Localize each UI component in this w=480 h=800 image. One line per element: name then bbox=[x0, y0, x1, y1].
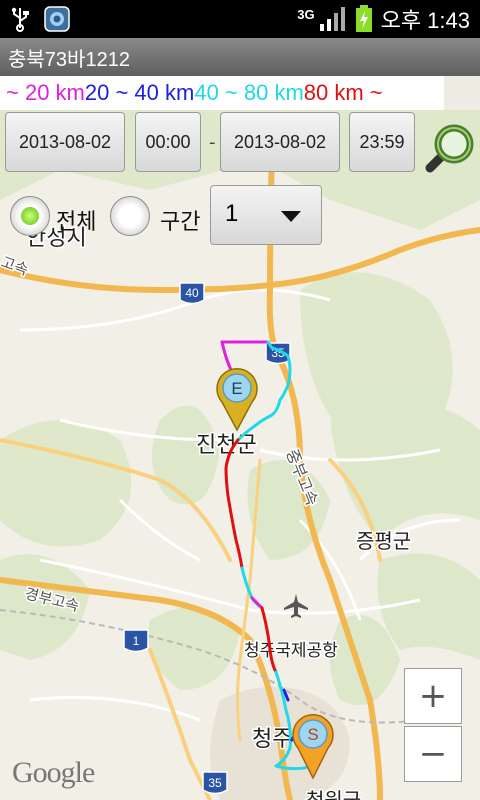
status-time: 오후 1:43 bbox=[380, 8, 470, 33]
svg-text:35: 35 bbox=[208, 776, 222, 790]
zoom-in-button[interactable]: + bbox=[404, 668, 462, 724]
svg-text:E: E bbox=[231, 379, 242, 398]
legend-item: ~ 20 km bbox=[6, 80, 85, 105]
svg-text:1: 1 bbox=[133, 634, 140, 648]
radio-all[interactable] bbox=[10, 196, 50, 236]
section-select-value: 1 bbox=[225, 200, 239, 227]
map-label: 청원군 bbox=[306, 788, 361, 800]
signal-icon bbox=[319, 7, 345, 31]
road-shield-1: 1 bbox=[123, 629, 149, 653]
start-date-button[interactable]: 2013-08-02 bbox=[5, 112, 125, 172]
radio-selected-dot bbox=[21, 207, 39, 225]
road-shield-40: 40 bbox=[179, 282, 205, 305]
page-title: 충북73바1212 bbox=[8, 48, 130, 71]
end-date-button[interactable]: 2013-08-02 bbox=[220, 112, 340, 172]
section-select[interactable]: 1 bbox=[210, 185, 322, 245]
title-bar: 충북73바1212 bbox=[0, 38, 480, 76]
map-label: 증평군 bbox=[356, 529, 411, 553]
usb-icon bbox=[11, 7, 29, 32]
map-label: 청주국제공항 bbox=[244, 641, 338, 661]
network-type: 3G bbox=[297, 7, 315, 22]
radio-section-label: 구간 bbox=[160, 210, 201, 235]
status-bar: 3G 오후 1:43 bbox=[0, 0, 480, 38]
legend-item: 80 km ~ bbox=[303, 80, 383, 105]
legend-item: 40 ~ 80 km bbox=[194, 80, 304, 105]
legend-item: 20 ~ 40 km bbox=[84, 80, 195, 105]
start-time-button[interactable]: 00:00 bbox=[135, 112, 201, 172]
zoom-out-button[interactable]: − bbox=[404, 726, 462, 782]
map-label: 청주 bbox=[252, 727, 292, 752]
map-label: 진천군 bbox=[196, 433, 257, 458]
battery-charging-icon bbox=[355, 5, 372, 32]
app-notification-icon bbox=[44, 6, 70, 32]
radio-section[interactable] bbox=[110, 196, 150, 236]
road-shield-35-south: 35 bbox=[202, 771, 228, 795]
google-attribution: Google bbox=[12, 756, 95, 789]
radio-all-label: 전체 bbox=[56, 210, 97, 235]
search-icon[interactable] bbox=[420, 118, 480, 180]
end-time-button[interactable]: 23:59 bbox=[349, 112, 415, 172]
range-separator: - bbox=[209, 132, 216, 153]
speed-legend: ~ 20 km 20 ~ 40 km 40 ~ 80 km 80 km ~ bbox=[0, 76, 444, 110]
svg-text:40: 40 bbox=[185, 286, 199, 300]
svg-text:S: S bbox=[307, 725, 318, 744]
chevron-down-icon bbox=[281, 211, 301, 222]
